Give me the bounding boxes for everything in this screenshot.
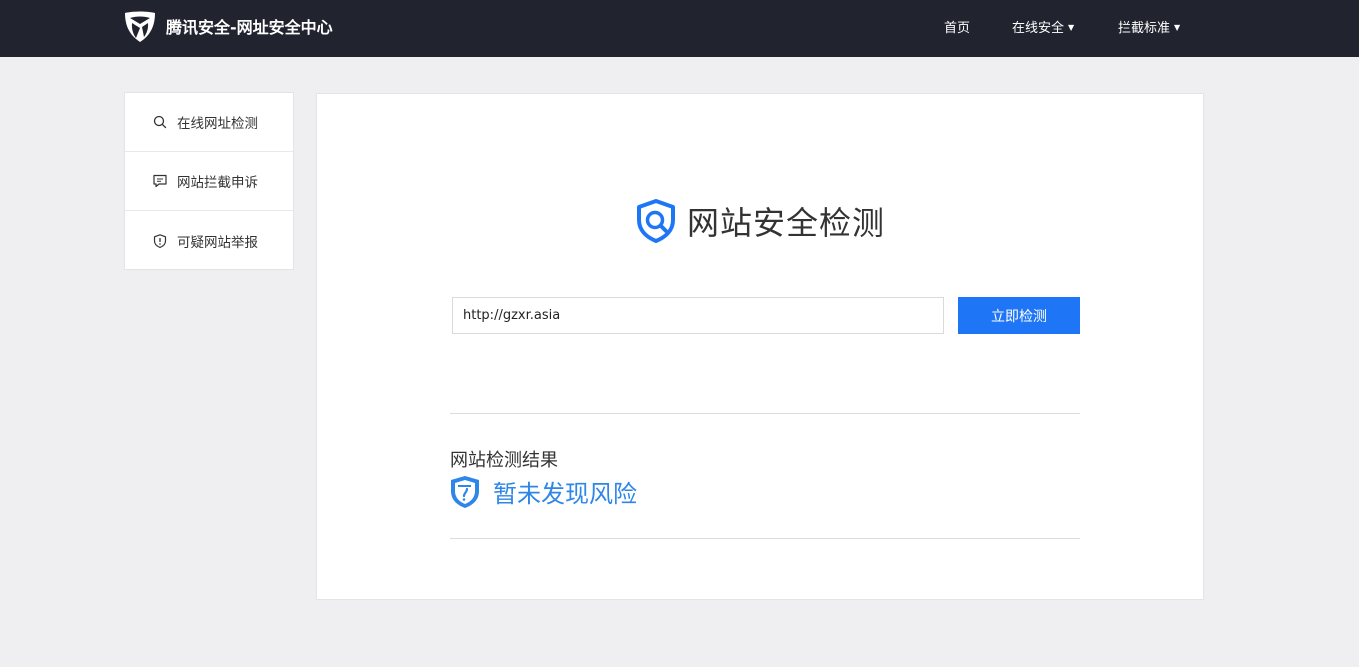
caret-down-icon: ▼ [1174,22,1181,32]
page-heading: 网站安全检测 [633,198,885,244]
sidebar-item-label: 可疑网站举报 [177,234,258,251]
divider [450,413,1080,414]
sidebar-item-label: 网站拦截申诉 [177,175,258,191]
chat-icon [153,174,167,188]
sidebar-item-appeal[interactable]: 网站拦截申诉 [125,152,293,211]
nav-item-online-security[interactable]: 在线安全 ▼ [1012,16,1074,36]
sidebar: 在线网址检测 网站拦截申诉 可疑网站举报 [124,92,294,270]
caret-down-icon: ▼ [1068,22,1075,32]
main-nav: 首页 在线安全 ▼ 拦截标准 ▼ [0,0,1359,57]
sidebar-item-url-check[interactable]: 在线网址检测 [125,93,293,152]
divider [450,538,1080,539]
shield-search-icon [637,199,675,243]
result-status: 暂未发现风险 [450,474,637,509]
sidebar-item-label: 在线网址检测 [177,116,258,132]
check-now-button[interactable]: 立即检测 [958,297,1080,334]
search-icon [153,115,167,129]
page-title: 网站安全检测 [687,204,886,242]
shield-question-icon [451,475,479,508]
nav-label: 首页 [944,20,971,36]
shield-alert-icon [153,233,167,248]
main-panel: 网站安全检测 立即检测 网站检测结果 暂未发现风险 [316,93,1204,600]
result-heading: 网站检测结果 [450,450,558,471]
sidebar-item-report[interactable]: 可疑网站举报 [125,211,293,270]
result-text: 暂未发现风险 [493,480,637,508]
nav-label: 在线安全 [1012,20,1065,36]
url-input[interactable] [452,297,944,334]
nav-item-block-standard[interactable]: 拦截标准 ▼ [1118,16,1180,36]
nav-label: 拦截标准 [1118,20,1171,36]
top-navbar: 腾讯安全-网址安全中心 首页 在线安全 ▼ 拦截标准 ▼ [0,0,1359,57]
nav-item-home[interactable]: 首页 [944,16,970,36]
